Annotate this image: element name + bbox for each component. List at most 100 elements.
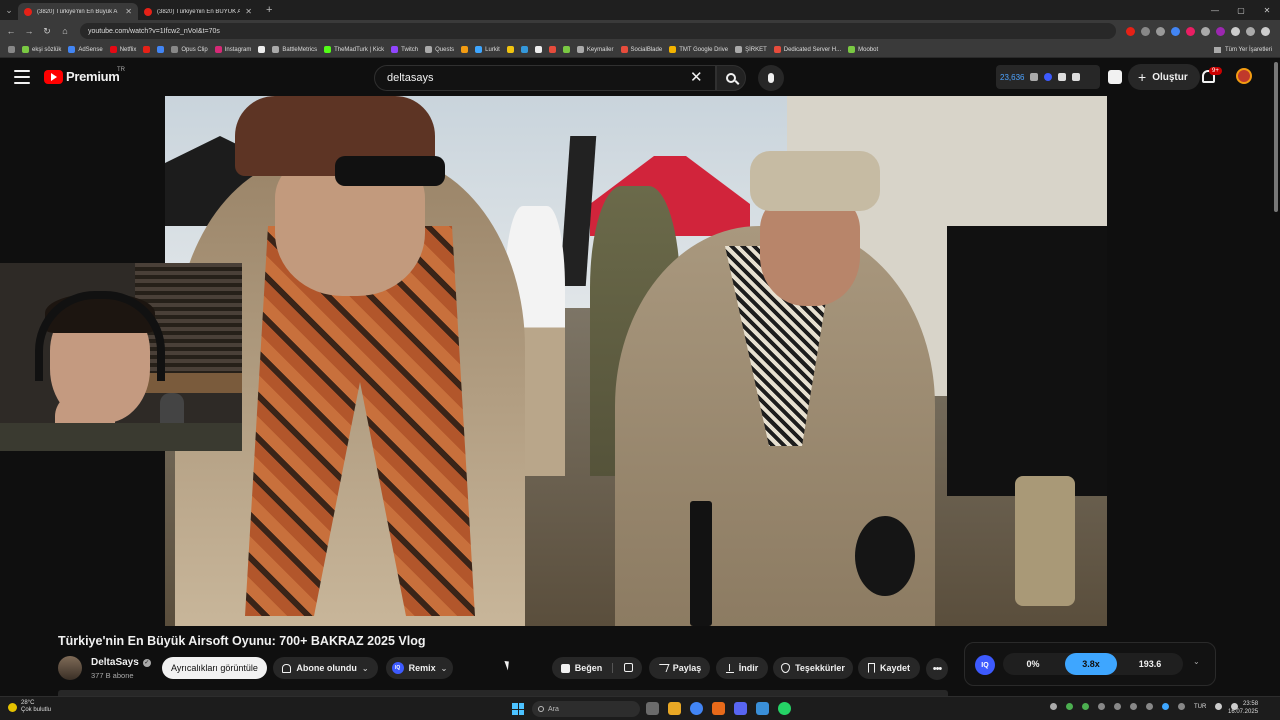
extension-widget[interactable]: 23,636 (996, 65, 1100, 89)
extension-logo-icon[interactable]: IQ (975, 655, 995, 675)
tray-app-icon[interactable] (1098, 703, 1105, 710)
tray-app-icon[interactable] (1114, 703, 1121, 710)
dislike-button[interactable] (618, 662, 634, 674)
bookmark-item[interactable] (520, 46, 528, 53)
app-icon[interactable] (756, 702, 769, 715)
search-button[interactable] (716, 65, 746, 91)
extension-icon[interactable] (1072, 73, 1081, 81)
discord-icon[interactable] (734, 702, 747, 715)
bookmark-item[interactable]: SocialBlade (620, 46, 662, 53)
tray-chevron-icon[interactable] (1050, 703, 1057, 710)
hamburger-menu-icon[interactable] (14, 70, 30, 84)
bookmark-item[interactable]: Netflix (109, 46, 136, 53)
forward-icon[interactable]: → (22, 26, 36, 36)
whatsapp-icon[interactable] (778, 702, 791, 715)
extension-icon[interactable] (1186, 26, 1195, 36)
kebab-menu-icon[interactable] (1261, 26, 1270, 36)
tray-app-icon[interactable] (1178, 703, 1185, 710)
page-scrollbar[interactable] (1274, 62, 1278, 212)
profile-icon[interactable] (1246, 26, 1255, 36)
tray-app-icon[interactable] (1146, 703, 1153, 710)
tray-app-icon[interactable] (1130, 703, 1137, 710)
browser-tab-1[interactable]: (3820) Türkiye'nin En Büyük A ✕ (18, 3, 138, 20)
account-avatar[interactable] (1236, 68, 1252, 84)
apps-icon[interactable] (8, 46, 15, 53)
bookmark-item[interactable] (506, 46, 514, 53)
like-button[interactable]: Beğen (560, 663, 614, 673)
extension-icon[interactable] (1044, 73, 1053, 81)
share-button[interactable]: Paylaş (649, 657, 710, 679)
bookmark-item[interactable]: Quests (425, 46, 454, 53)
bookmark-item[interactable] (143, 46, 151, 53)
all-bookmarks[interactable]: Tüm Yer İşaretleri (1207, 42, 1272, 57)
back-icon[interactable]: ← (4, 26, 18, 36)
extension-segment-speed[interactable]: 3.8x (1065, 653, 1117, 675)
create-button[interactable]: + Oluştur (1128, 64, 1200, 90)
chevron-down-icon[interactable]: ⌄ (1193, 657, 1200, 666)
extension-segment-percent[interactable]: 0% (1003, 653, 1063, 675)
extension-icon[interactable] (1126, 26, 1135, 36)
new-tab-button[interactable]: + (258, 4, 280, 16)
thanks-button[interactable]: Teşekkürler (773, 657, 853, 679)
extension-segment-value[interactable]: 193.6 (1121, 653, 1179, 675)
vlc-icon[interactable] (712, 702, 725, 715)
tab-close-icon[interactable]: ✕ (125, 7, 132, 16)
bookmark-item[interactable] (157, 46, 165, 53)
bookmark-item[interactable]: AdSense (68, 46, 103, 53)
input-language[interactable]: TUR (1194, 704, 1206, 710)
bookmark-item[interactable]: Opus Clip (171, 46, 208, 53)
puzzle-icon[interactable] (1231, 26, 1240, 36)
bookmark-item[interactable]: Moobot (848, 46, 878, 53)
bookmark-item[interactable]: BattleMetrics (272, 46, 317, 53)
bookmark-item[interactable]: Twitch (391, 46, 418, 53)
extension-icon[interactable] (1216, 26, 1225, 36)
clear-search-icon[interactable]: ✕ (690, 68, 703, 86)
close-window-icon[interactable]: ✕ (1254, 6, 1280, 15)
bookmark-item[interactable] (562, 46, 570, 53)
star-icon[interactable] (1156, 26, 1165, 36)
file-explorer-icon[interactable] (668, 702, 681, 715)
bookmark-item[interactable]: TMT Google Drive (669, 46, 728, 53)
tray-app-icon[interactable] (1066, 703, 1073, 710)
zoom-icon[interactable] (1141, 26, 1150, 36)
channel-name[interactable]: DeltaSays ✓ (91, 657, 151, 668)
bookmark-item[interactable]: TheMadTurk | Kick (324, 46, 384, 53)
tray-app-icon[interactable] (1162, 703, 1169, 710)
list-icon[interactable] (1058, 73, 1067, 81)
task-view-icon[interactable] (646, 702, 659, 715)
bookmark-item[interactable] (534, 46, 542, 53)
save-button[interactable]: Kaydet (858, 657, 920, 679)
home-icon[interactable]: ⌂ (58, 26, 72, 36)
tab-search-icon[interactable]: ⌄ (0, 0, 18, 20)
extension-icon[interactable] (1201, 26, 1210, 36)
view-perks-button[interactable]: Ayrıcalıkları görüntüle (162, 657, 267, 679)
bookmark-item[interactable]: Instagram (214, 46, 251, 53)
bookmark-item[interactable]: ekşi sözlük (22, 46, 61, 53)
remix-button[interactable]: IQ Remix ⌄ (386, 657, 453, 679)
download-button[interactable]: İndir (716, 657, 768, 679)
search-input[interactable]: deltasays (374, 65, 716, 91)
weather-widget[interactable]: 28°C Çok bulutlu (8, 700, 51, 714)
browser-tab-2[interactable]: (3820) Türkiye'nin En BÜYÜK A ✕ (138, 3, 258, 20)
bookmark-item[interactable]: ŞİRKET (735, 46, 767, 53)
tab-close-icon[interactable]: ✕ (245, 7, 252, 16)
bookmark-item[interactable]: Lurkit (475, 46, 500, 53)
x-twitter-icon[interactable] (258, 46, 266, 53)
taskbar-clock[interactable]: 23:58 16.07.2025 (1228, 700, 1258, 716)
bookmark-item[interactable]: Keymailer (576, 46, 614, 53)
bookmark-item[interactable] (461, 46, 469, 53)
youtube-logo[interactable]: Premium TR (44, 67, 125, 84)
bookmark-item[interactable]: Dedicated Server H... (773, 46, 841, 53)
maximize-icon[interactable]: ▢ (1228, 6, 1254, 15)
minimize-icon[interactable]: — (1202, 6, 1228, 15)
url-field[interactable]: youtube.com/watch?v=1Ifcw2_nVoI&t=70s (80, 23, 1116, 39)
more-actions-button[interactable]: ••• (926, 658, 948, 680)
taskbar-search[interactable]: Ara (532, 701, 640, 717)
network-icon[interactable] (1215, 703, 1223, 710)
subscribed-button[interactable]: Abone olundu ⌄ (273, 657, 378, 679)
voice-search-button[interactable] (758, 65, 784, 91)
reload-icon[interactable]: ↻ (40, 26, 54, 37)
extension-icon[interactable] (1171, 26, 1180, 36)
chrome-icon[interactable] (690, 702, 703, 715)
extension-icon[interactable] (1108, 70, 1122, 84)
